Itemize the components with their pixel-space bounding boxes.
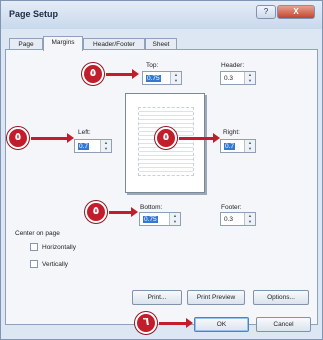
header-label: Header:	[221, 62, 245, 69]
bottom-label: Bottom:	[140, 204, 163, 211]
right-margin-spinner[interactable]: 0.7 ▲ ▼	[220, 139, 256, 153]
callout-arrow-icon	[106, 69, 139, 79]
step-6-callout-badge: ٦	[135, 312, 157, 334]
right-margin-value: 0.7	[224, 143, 236, 150]
center-on-page-heading: Center on page	[15, 230, 60, 237]
top-label: Top:	[146, 62, 159, 69]
spinner-arrows-icon[interactable]: ▲ ▼	[244, 213, 255, 225]
horizontally-checkbox[interactable]	[30, 243, 38, 251]
step-5-callout-badge: ٥	[82, 63, 104, 85]
page-setup-dialog: Page Setup ? X Page Margins Header/Foote…	[0, 0, 323, 340]
header-margin-value: 0.3	[224, 75, 234, 82]
step-5-callout-badge: ٥	[7, 127, 29, 149]
close-button[interactable]: X	[277, 5, 315, 19]
horizontally-label: Horizontally	[42, 244, 76, 251]
vertically-label: Vertically	[42, 261, 69, 268]
spinner-arrows-icon[interactable]: ▲ ▼	[244, 72, 255, 84]
bottom-margin-spinner[interactable]: 0.75 ▲ ▼	[139, 212, 181, 226]
footer-margin-value: 0.3	[224, 216, 234, 223]
top-margin-spinner[interactable]: 0.75 ▲ ▼	[142, 71, 182, 85]
step-5-callout-badge: ٥	[155, 127, 177, 149]
callout-arrow-icon	[179, 133, 220, 143]
help-button[interactable]: ?	[256, 5, 276, 19]
options-button[interactable]: Options...	[253, 290, 309, 305]
callout-arrow-icon	[31, 133, 74, 143]
footer-label: Footer:	[221, 204, 242, 211]
spinner-arrows-icon[interactable]: ▲ ▼	[100, 140, 111, 152]
footer-margin-spinner[interactable]: 0.3 ▲ ▼	[220, 212, 256, 226]
dialog-title: Page Setup	[9, 9, 59, 19]
spinner-arrows-icon[interactable]: ▲ ▼	[169, 213, 180, 225]
right-label: Right:	[223, 129, 240, 136]
print-preview-button[interactable]: Print Preview	[187, 290, 245, 305]
print-button[interactable]: Print...	[132, 290, 182, 305]
tab-margins[interactable]: Margins	[43, 36, 83, 51]
cancel-button[interactable]: Cancel	[256, 317, 311, 332]
left-label: Left:	[78, 129, 91, 136]
callout-arrow-icon	[109, 207, 138, 217]
spinner-arrows-icon[interactable]: ▲ ▼	[170, 72, 181, 84]
left-margin-value: 0.7	[78, 143, 90, 150]
vertically-checkbox[interactable]	[30, 260, 38, 268]
callout-arrow-icon	[159, 318, 193, 328]
spinner-arrows-icon[interactable]: ▲ ▼	[244, 140, 255, 152]
bottom-margin-value: 0.75	[143, 216, 158, 223]
left-margin-spinner[interactable]: 0.7 ▲ ▼	[74, 139, 112, 153]
header-margin-spinner[interactable]: 0.3 ▲ ▼	[220, 71, 256, 85]
top-margin-value: 0.75	[146, 75, 161, 82]
ok-button[interactable]: OK	[194, 317, 249, 332]
step-5-callout-badge: ٥	[85, 201, 107, 223]
title-bar: Page Setup ? X	[1, 1, 322, 29]
